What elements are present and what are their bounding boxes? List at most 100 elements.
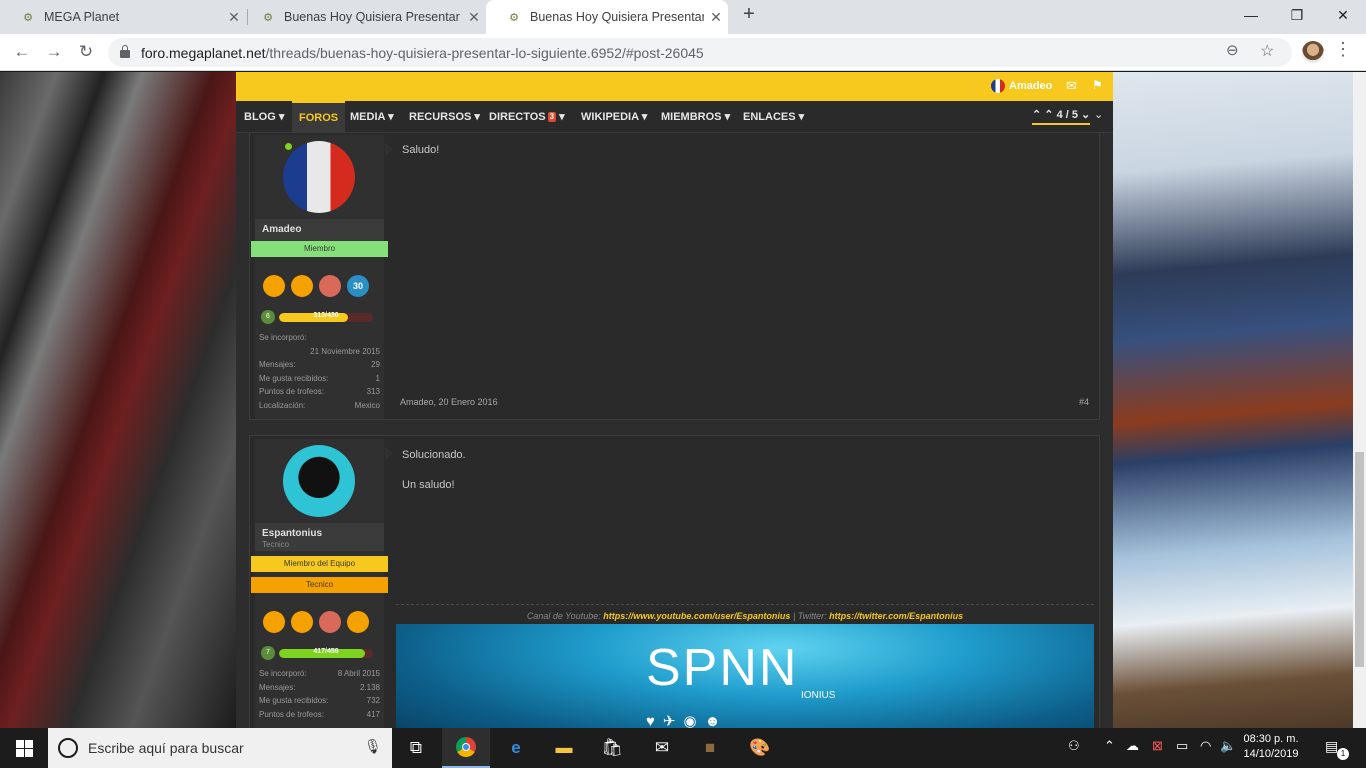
windows-taskbar: Escribe aquí para buscar 🎙 ⧉ e ▬ 🛍 ✉ ■ 🎨… <box>0 728 1366 768</box>
nav-foros[interactable]: FOROS <box>292 101 346 133</box>
message-arrow <box>385 142 393 156</box>
tab-title: MEGA Planet <box>44 10 120 24</box>
tab-close-icon[interactable]: ✕ <box>462 9 486 26</box>
level-gear-icon: 7 <box>261 646 275 660</box>
xp-text: 313/430 <box>313 312 339 319</box>
browser-toolbar: ← → ↻ foro.megaplanet.net/threads/buenas… <box>0 34 1366 71</box>
xp-text: 417/459 <box>313 648 339 655</box>
url-text[interactable]: foro.megaplanet.net/threads/buenas-hoy-q… <box>141 45 704 61</box>
mega-planet-favicon: ⚙ <box>263 11 273 24</box>
mail-icon[interactable]: ✉ <box>1066 78 1077 94</box>
nav-miembros[interactable]: MIEMBROS ▾ <box>661 101 730 133</box>
owl-icon: ☻ <box>704 713 729 728</box>
trophy-icon[interactable] <box>291 275 313 297</box>
mega-planet-favicon: ⚙ <box>509 11 519 24</box>
message-text: Saludo! <box>402 144 440 156</box>
zoom-icon[interactable]: ⊖ <box>1226 41 1239 59</box>
start-button[interactable] <box>0 728 48 768</box>
message-text: Solucionado. Un saludo! <box>402 449 466 491</box>
trophy-icon[interactable] <box>263 611 285 633</box>
task-view-icon[interactable]: ⧉ <box>392 728 440 768</box>
notification-count-badge: 1 <box>1337 748 1349 760</box>
post-author[interactable]: Espantonius <box>262 528 322 539</box>
battery-icon[interactable]: ▭ <box>1176 738 1188 754</box>
tab-mega-planet[interactable]: ⚙ MEGA Planet ✕ <box>0 0 246 34</box>
post-permalink[interactable]: #4 <box>1079 397 1089 407</box>
store-icon[interactable]: 🛍 <box>588 728 636 768</box>
nav-directos[interactable]: DIRECTOS 3 ▾ <box>489 101 565 133</box>
youtube-link[interactable]: https://www.youtube.com/user/Espantonius <box>603 611 790 621</box>
last-page-icon[interactable]: ⌄ <box>1094 108 1103 121</box>
close-window-button[interactable]: ✕ <box>1320 0 1366 30</box>
mega-planet-favicon: ⚙ <box>23 11 33 24</box>
first-page-icon[interactable]: ⌃ <box>1032 109 1041 121</box>
paint-icon[interactable]: 🎨 <box>736 728 784 768</box>
trophy-icon[interactable] <box>347 611 369 633</box>
pagination-control[interactable]: ⌃ ⌃ 4 / 5 ⌄ <box>1032 108 1091 125</box>
tab-thread-1[interactable]: ⚙ Buenas Hoy Quisiera Presentar Lo ✕ <box>240 0 486 34</box>
browser-menu-icon[interactable]: ⋮ <box>1334 39 1352 60</box>
trophy-icon[interactable]: 30 <box>347 275 369 297</box>
online-indicator <box>285 143 292 150</box>
next-page-icon[interactable]: ⌄ <box>1081 109 1090 121</box>
banner-logo-text: SPNN <box>646 639 799 697</box>
onedrive-icon[interactable]: ☁ <box>1126 738 1139 754</box>
username-band: Espantonius Tecnico <box>255 523 384 551</box>
minecraft-icon[interactable]: ■ <box>686 728 734 768</box>
trophy-icon[interactable] <box>319 275 341 297</box>
system-clock[interactable]: 08:30 p. m. 14/10/2019 <box>1238 732 1304 762</box>
nav-media[interactable]: MEDIA ▾ <box>350 101 394 133</box>
address-bar[interactable]: foro.megaplanet.net/threads/buenas-hoy-q… <box>108 38 1292 67</box>
chrome-icon[interactable] <box>442 728 490 768</box>
user-avatar[interactable] <box>283 445 355 517</box>
maximize-button[interactable]: ❐ <box>1274 0 1320 30</box>
user-title: Tecnico <box>262 540 290 549</box>
trophy-icon[interactable] <box>291 611 313 633</box>
show-hidden-icons[interactable]: ⌃ <box>1104 738 1115 754</box>
edge-icon[interactable]: e <box>492 728 540 768</box>
staff-role-banner: Miembro del Equipo <box>251 556 388 572</box>
volume-icon[interactable]: 🔈 <box>1220 738 1236 754</box>
banner-social-icons: ♥✈◉☻ <box>646 712 728 728</box>
minimize-button[interactable]: — <box>1228 0 1274 30</box>
post-author[interactable]: Amadeo <box>262 224 301 235</box>
new-tab-button[interactable]: + <box>737 3 761 31</box>
twitter-link[interactable]: https://twitter.com/Espantonius <box>829 611 963 621</box>
nav-blog[interactable]: BLOG ▾ <box>244 101 284 133</box>
level-gear-icon: 6 <box>261 310 275 324</box>
wifi-icon[interactable]: ◠ <box>1200 738 1211 754</box>
file-explorer-icon[interactable]: ▬ <box>540 728 588 768</box>
post-date[interactable]: Amadeo, 20 Enero 2016 <box>400 397 498 407</box>
user-role-banner: Miembro <box>251 241 388 257</box>
tab-close-icon[interactable]: ✕ <box>704 9 728 26</box>
bookmark-star-icon[interactable]: ☆ <box>1260 41 1274 61</box>
message-arrow <box>385 446 393 460</box>
taskbar-search[interactable]: Escribe aquí para buscar 🎙 <box>48 728 392 768</box>
nav-enlaces[interactable]: ENLACES ▾ <box>743 101 804 133</box>
nav-wikipedia[interactable]: WIKIPEDIA ▾ <box>581 101 647 133</box>
forward-button[interactable]: → <box>40 38 68 66</box>
tab-thread-2-active[interactable]: ⚙ Buenas Hoy Quisiera Presentar Lo ✕ <box>486 0 728 34</box>
scrollbar-thumb[interactable] <box>1355 452 1364 667</box>
people-icon[interactable]: ⚇ <box>1068 738 1080 754</box>
user-avatar[interactable] <box>283 141 355 213</box>
trophy-icon[interactable] <box>319 611 341 633</box>
trophy-icon[interactable] <box>263 275 285 297</box>
lock-icon <box>120 45 130 58</box>
profile-avatar[interactable] <box>1302 41 1324 63</box>
signature-links: Canal de Youtube: https://www.youtube.co… <box>526 611 964 621</box>
search-placeholder: Escribe aquí para buscar <box>88 740 244 756</box>
alerts-flag-icon[interactable]: ⚑ <box>1092 78 1103 92</box>
page-scrollbar[interactable] <box>1353 72 1366 728</box>
user-flag-avatar[interactable] <box>991 79 1005 93</box>
antivirus-icon[interactable]: ⊠ <box>1152 738 1163 754</box>
mail-app-icon[interactable]: ✉ <box>638 728 686 768</box>
back-button[interactable]: ← <box>8 38 36 66</box>
username-band: Amadeo <box>255 219 384 241</box>
current-username[interactable]: Amadeo <box>1009 80 1052 92</box>
reload-button[interactable]: ↻ <box>72 38 100 66</box>
forum-nav: BLOG ▾ FOROS MEDIA ▾ RECURSOS ▾ DIRECTOS… <box>236 101 1113 133</box>
prev-page-icon[interactable]: ⌃ <box>1044 109 1053 121</box>
nav-recursos[interactable]: RECURSOS ▾ <box>409 101 480 133</box>
microphone-icon[interactable]: 🎙 <box>364 738 382 755</box>
